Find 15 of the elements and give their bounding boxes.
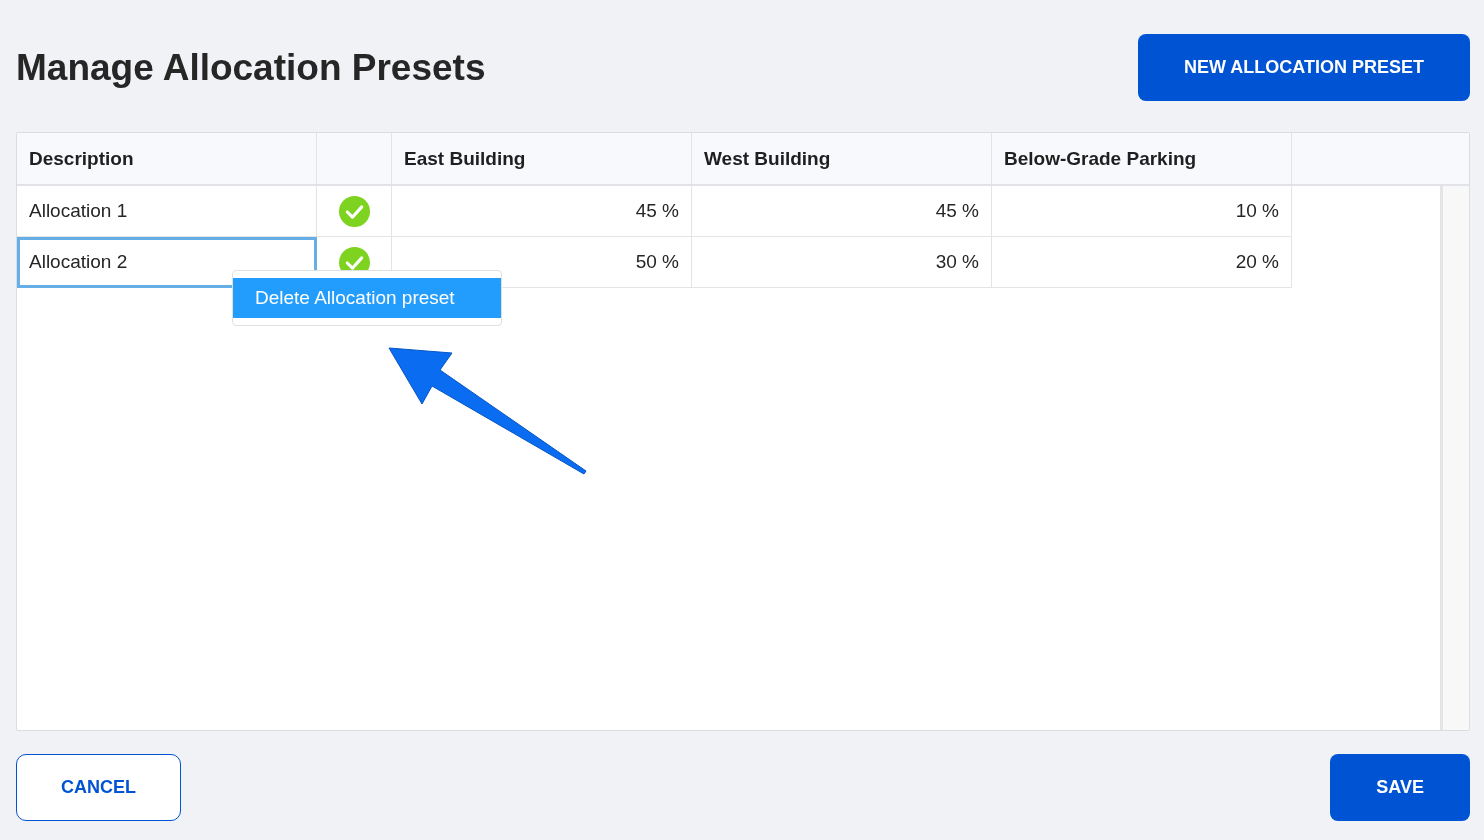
percent-cell: 30 % (692, 237, 992, 288)
description-cell[interactable]: Allocation 2 (17, 237, 317, 288)
column-header: East Building (392, 133, 692, 184)
percent-cell: 10 % (992, 186, 1292, 237)
save-button[interactable]: SAVE (1330, 754, 1470, 821)
description-cell[interactable]: Allocation 1 (17, 186, 317, 237)
new-preset-button[interactable]: NEW ALLOCATION PRESET (1138, 34, 1470, 101)
percent-cell: 45 % (692, 186, 992, 237)
percent-cell: 45 % (392, 186, 692, 237)
column-header: Below-Grade Parking (992, 133, 1292, 184)
percent-cell: 20 % (992, 237, 1292, 288)
column-header: West Building (692, 133, 992, 184)
column-header: Description (17, 133, 317, 184)
cancel-button[interactable]: CANCEL (16, 754, 181, 821)
page-title: Manage Allocation Presets (16, 46, 486, 89)
